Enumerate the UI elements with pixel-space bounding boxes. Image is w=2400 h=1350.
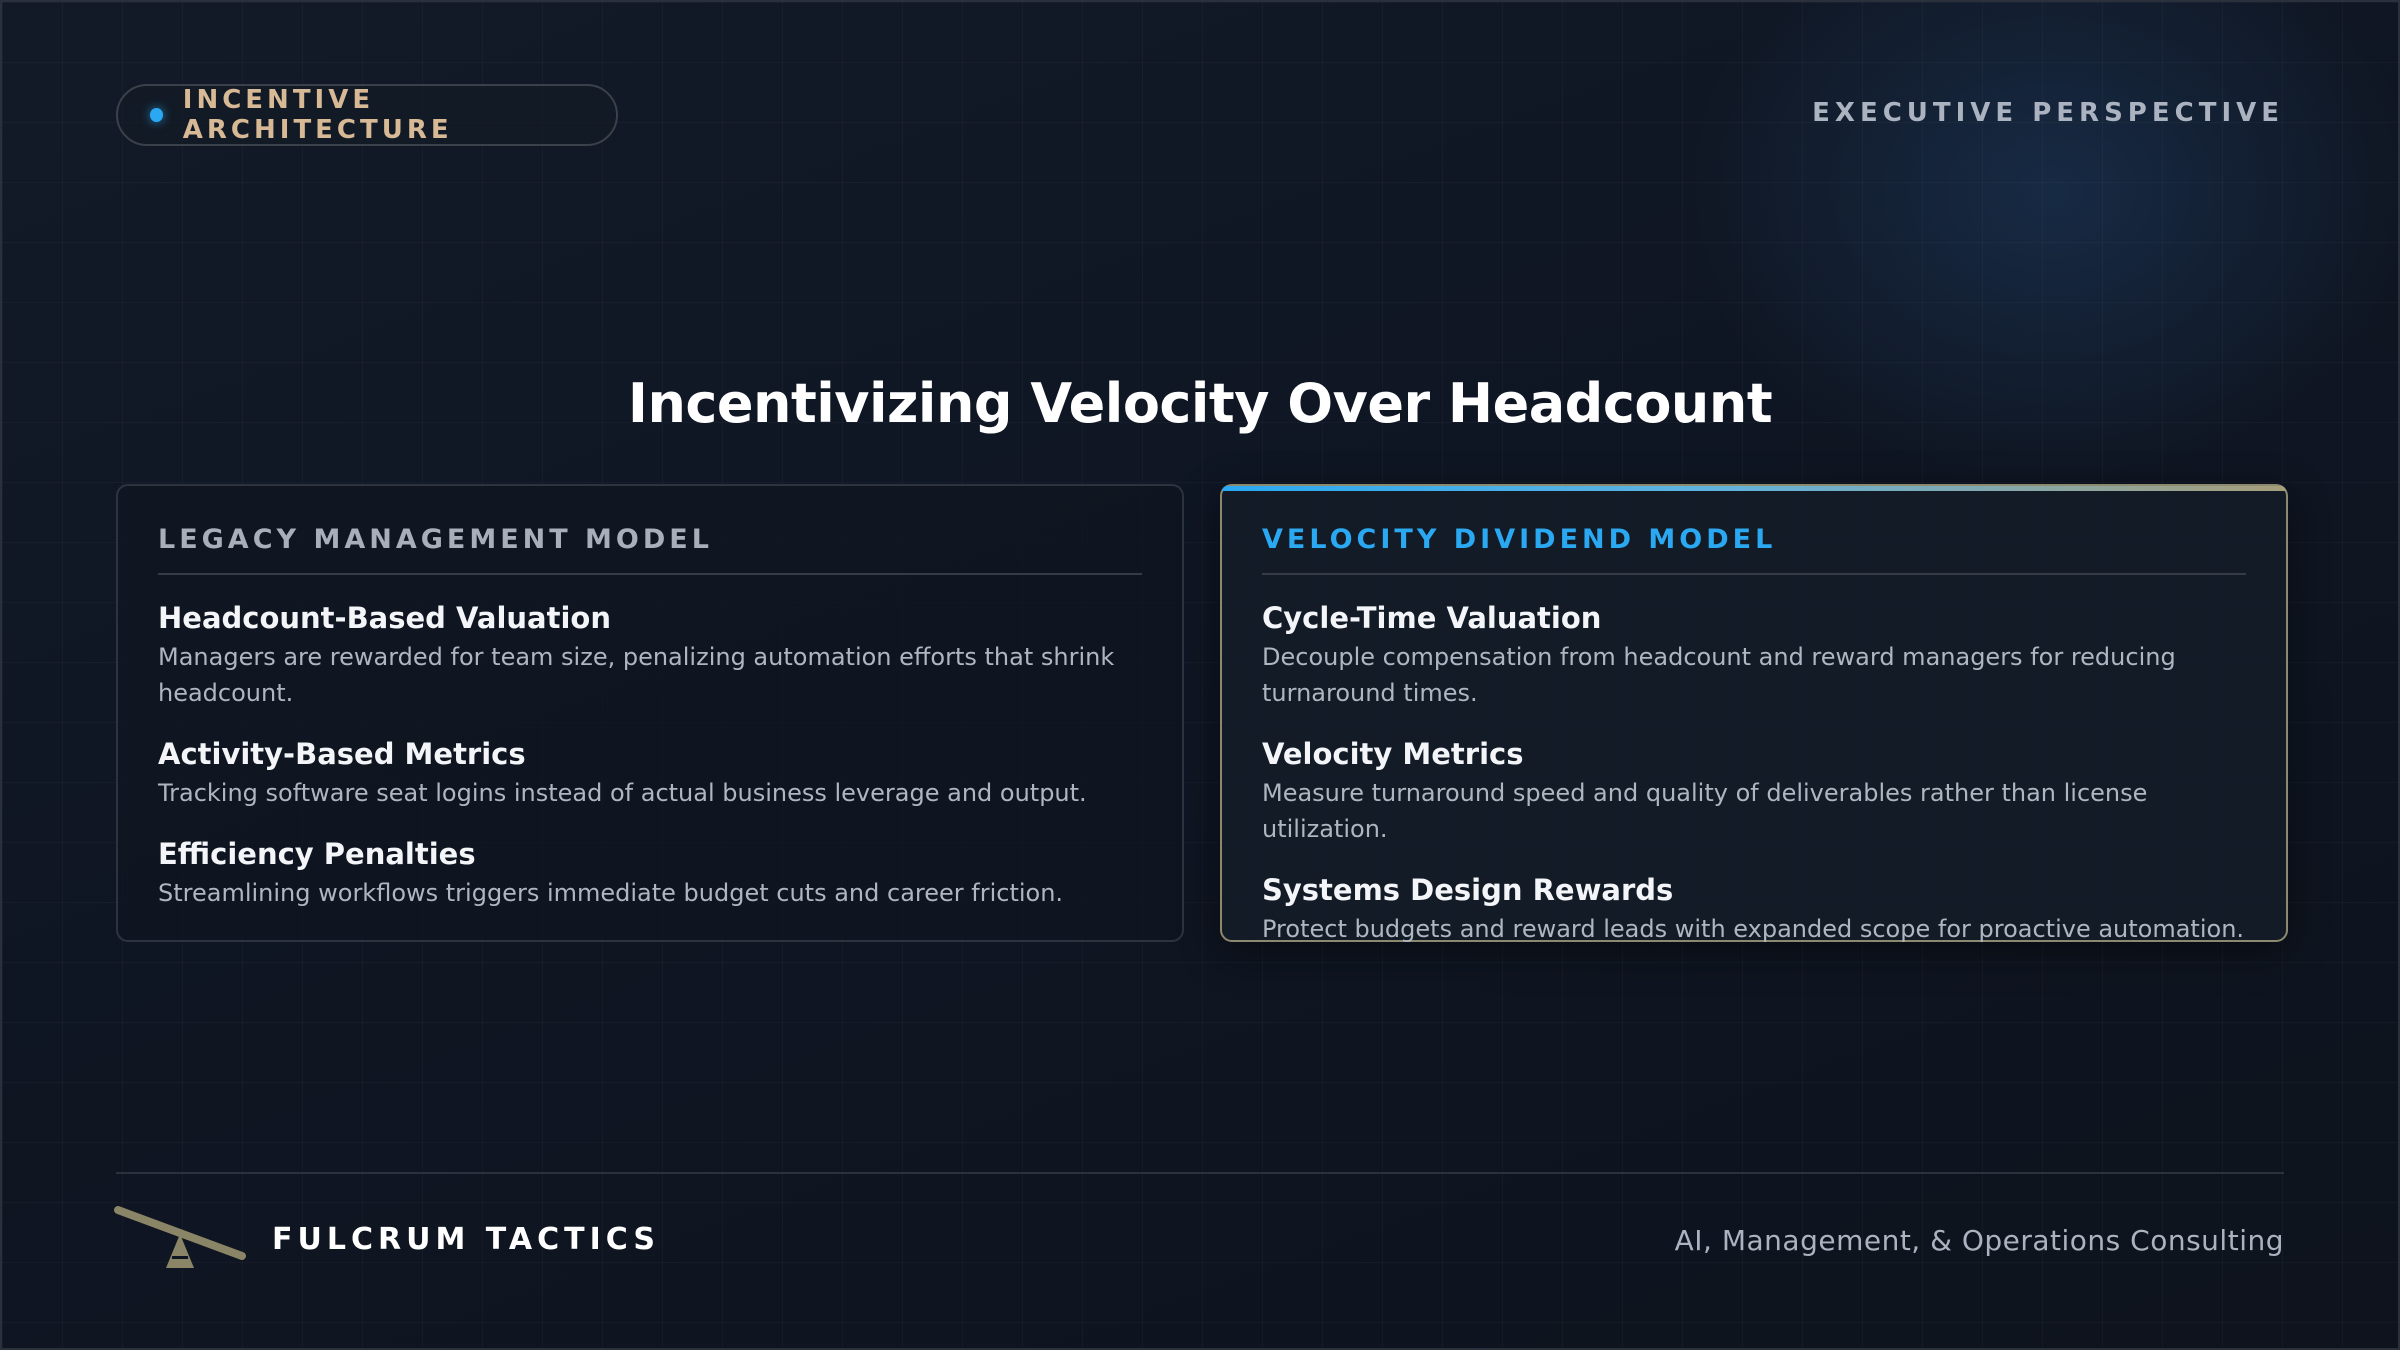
velocity-model-card: VELOCITY DIVIDEND MODEL Cycle-Time Valua… xyxy=(1220,484,2288,943)
item-title: Headcount-Based Valuation xyxy=(158,601,611,635)
section-badge: INCENTIVE ARCHITECTURE xyxy=(116,84,618,146)
item-title: Velocity Metrics xyxy=(1262,737,1524,771)
footer-divider xyxy=(116,1172,2284,1174)
list-item: Activity-Based Metrics Tracking software… xyxy=(158,735,1142,811)
list-item: Cycle-Time Valuation Decouple compensati… xyxy=(1262,599,2246,711)
list-item: Headcount-Based Valuation Managers are r… xyxy=(158,599,1142,711)
legacy-model-card: LEGACY MANAGEMENT MODEL Headcount-Based … xyxy=(116,484,1184,942)
item-title: Cycle-Time Valuation xyxy=(1262,601,1602,635)
list-item: Velocity Metrics Measure turnaround spee… xyxy=(1262,735,2246,847)
item-description: Measure turnaround speed and quality of … xyxy=(1262,779,2148,843)
slide: INCENTIVE ARCHITECTURE EXECUTIVE PERSPEC… xyxy=(0,0,2400,1350)
card-heading: VELOCITY DIVIDEND MODEL xyxy=(1262,524,2246,575)
list-item: Systems Design Rewards Protect budgets a… xyxy=(1262,871,2246,947)
section-badge-label: INCENTIVE ARCHITECTURE xyxy=(182,85,453,145)
item-description: Decouple compensation from headcount and… xyxy=(1262,643,2176,707)
brand-tagline: AI, Management, & Operations Consulting xyxy=(1674,1224,2284,1257)
perspective-label: EXECUTIVE PERSPECTIVE xyxy=(1812,98,2284,128)
item-description: Managers are rewarded for team size, pen… xyxy=(158,643,1115,707)
item-description: Tracking software seat logins instead of… xyxy=(158,779,1087,807)
card-heading: LEGACY MANAGEMENT MODEL xyxy=(158,524,1142,575)
item-description: Protect budgets and reward leads with ex… xyxy=(1262,915,2245,943)
fulcrum-lever-icon xyxy=(114,1206,246,1268)
slide-title: Incentivizing Velocity Over Headcount xyxy=(627,372,1773,435)
item-title: Activity-Based Metrics xyxy=(158,737,526,771)
list-item: Efficiency Penalties Streamlining workfl… xyxy=(158,835,1142,911)
item-title: Systems Design Rewards xyxy=(1262,873,1674,907)
item-description: Streamlining workflows triggers immediat… xyxy=(158,879,1064,907)
brand-name: FULCRUM TACTICS xyxy=(272,1222,660,1257)
item-title: Efficiency Penalties xyxy=(158,837,476,871)
status-dot-icon xyxy=(150,108,163,122)
